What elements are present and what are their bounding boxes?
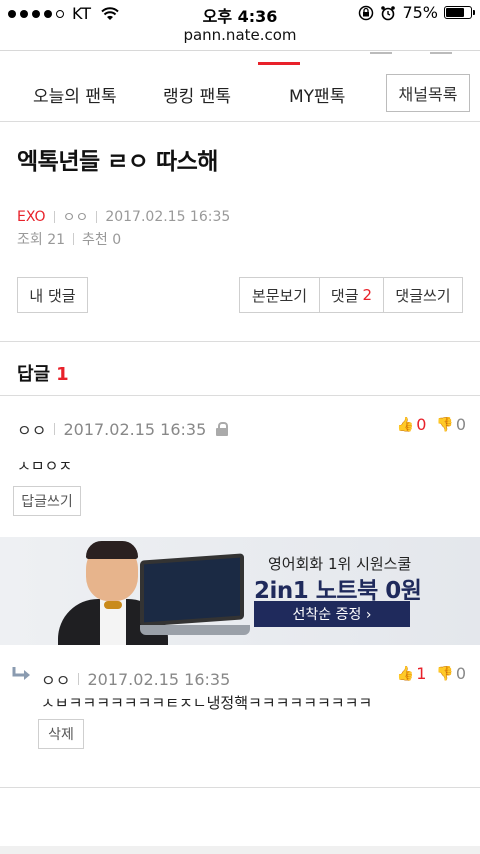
upvote-count: 0: [416, 415, 427, 434]
separator: [78, 673, 80, 685]
delete-button[interactable]: 삭제: [38, 719, 84, 749]
separator: [96, 211, 98, 223]
comment-votes: 👍 1 👎 0: [397, 664, 466, 683]
post-meta: EXO ㅇㅇ 2017.02.15 16:35: [17, 207, 230, 227]
comment-author: ㅇㅇ: [17, 421, 47, 440]
ad-banner[interactable]: 영어회화 1위 시원스쿨 2in1 노트북 0원 선착순 증정 ›: [0, 537, 480, 645]
ad-cta-button[interactable]: 선착순 증정 ›: [254, 601, 410, 627]
post-stats: 조회 21 추천 0: [17, 229, 121, 249]
status-right: 75%: [358, 3, 475, 22]
rotation-lock-icon: [359, 5, 374, 20]
thumb-down-icon: 👎: [436, 665, 454, 682]
replies-count: 1: [56, 364, 69, 385]
downvote-button[interactable]: 👎 0: [436, 415, 466, 434]
comment-text: ㅅㅂㅋㅋㅋㅋㅋㅋㅋㅌㅈㄴ냉정핵ㅋㅋㅋㅋㅋㅋㅋㅋㅋ: [41, 694, 373, 712]
url-bar[interactable]: pann.nate.com: [0, 26, 480, 44]
tab-today-fantalk[interactable]: 오늘의 팬톡: [33, 82, 117, 107]
comment-date: 2017.02.15 16:35: [87, 669, 231, 689]
alarm-icon: [381, 5, 396, 20]
footer-bar: [0, 846, 480, 854]
lock-icon: [216, 422, 229, 436]
view-body-label: 본문보기: [251, 286, 308, 305]
ad-laptop-image: [140, 553, 244, 627]
my-comments-button[interactable]: 내 댓글: [17, 277, 88, 313]
comment-author: ㅇㅇ: [41, 671, 71, 690]
upvote-button[interactable]: 👍 1: [397, 664, 427, 683]
replies-heading: 답글 1: [17, 360, 69, 386]
channel-tag[interactable]: EXO: [17, 209, 46, 225]
write-reply-label: 답글쓰기: [21, 494, 73, 510]
separator: [54, 423, 56, 435]
downvote-button[interactable]: 👎 0: [436, 664, 466, 683]
recommend-count: 추천 0: [82, 232, 122, 248]
downvote-count: 0: [455, 415, 466, 434]
battery-icon: [444, 6, 475, 19]
ad-offer: 2in1 노트북 0원: [254, 578, 422, 604]
status-bar: KT 오후 4:36 75%: [0, 0, 480, 26]
replies-label: 답글: [17, 364, 51, 385]
reply-arrow-icon: [12, 667, 30, 680]
divider: [0, 787, 480, 788]
delete-label: 삭제: [48, 727, 74, 743]
divider: [0, 341, 480, 342]
comment-text: ㅅㅁㅇㅈ: [17, 457, 73, 475]
thumb-up-icon: 👍: [396, 416, 415, 433]
divider: [0, 50, 480, 51]
comments-button[interactable]: 댓글 2: [319, 277, 384, 313]
tab-ranking-fantalk[interactable]: 랭킹 팬톡: [163, 82, 231, 107]
header-icons-partial: [360, 52, 480, 62]
thumb-down-icon: 👎: [436, 416, 454, 433]
write-reply-button[interactable]: 답글쓰기: [13, 486, 81, 516]
fantalk-nav: 오늘의 팬톡 랭킹 팬톡 MY팬톡 채널목록: [0, 70, 480, 122]
view-count: 조회 21: [17, 232, 66, 248]
comment-meta: ㅇㅇ 2017.02.15 16:35: [17, 417, 229, 441]
view-body-button[interactable]: 본문보기: [239, 277, 320, 313]
tab-my-fantalk[interactable]: MY팬톡: [289, 82, 345, 107]
comments-label: 댓글: [330, 286, 359, 305]
post-title: 엑톡년들 ㄹㅇ 따스해: [17, 149, 218, 175]
post-date: 2017.02.15 16:35: [105, 209, 231, 225]
separator: [53, 211, 55, 223]
post-author: ㅇㅇ: [62, 210, 89, 226]
my-comments-label: 내 댓글: [29, 286, 76, 305]
write-comment-label: 댓글쓰기: [395, 286, 451, 305]
channel-list-button[interactable]: 채널목록: [386, 74, 470, 112]
comment-date: 2017.02.15 16:35: [63, 419, 207, 439]
upvote-count: 1: [416, 664, 427, 683]
separator: [73, 233, 75, 245]
ad-laptop-base: [140, 625, 250, 635]
battery-percent: 75%: [402, 3, 438, 22]
divider: [0, 395, 480, 396]
thumb-up-icon: 👍: [396, 665, 415, 682]
comment-votes: 👍 0 👎 0: [397, 415, 466, 434]
comments-count: 2: [362, 286, 373, 304]
write-comment-button[interactable]: 댓글쓰기: [383, 277, 463, 313]
upvote-button[interactable]: 👍 0: [397, 415, 427, 434]
downvote-count: 0: [455, 664, 466, 683]
comment-meta: ㅇㅇ 2017.02.15 16:35: [41, 667, 230, 691]
active-tab-indicator: [258, 62, 300, 65]
